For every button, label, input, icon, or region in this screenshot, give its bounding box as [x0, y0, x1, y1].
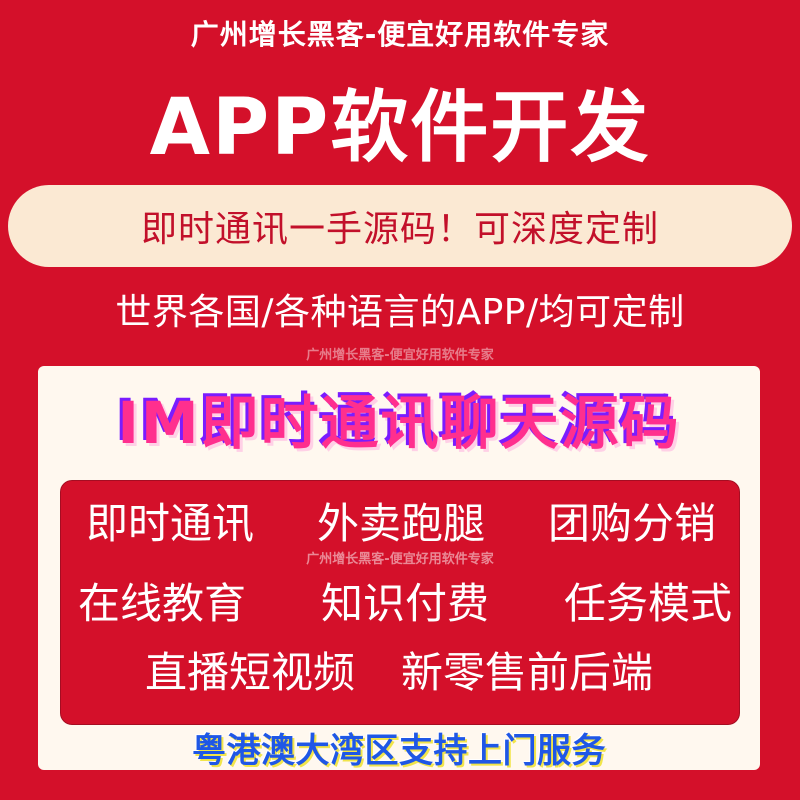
feature-item: 新零售前后端 — [401, 648, 654, 697]
feature-item: 团购分销 — [547, 499, 716, 548]
service-banner: 粤港澳大湾区支持上门服务 — [192, 731, 606, 771]
feature-item: 任务模式 — [563, 579, 732, 628]
feature-row: 直播短视频 新零售前后端 — [60, 645, 738, 701]
feature-row: 即时通讯 外卖跑腿 团购分销 — [60, 496, 738, 552]
feature-item: 即时通讯 — [86, 499, 255, 548]
subline: 世界各国/各种语言的APP/均可定制 — [115, 292, 685, 333]
shop-name: 广州增长黑客-便宜好用软件专家 — [190, 18, 610, 51]
main-title: APP软件开发 — [149, 83, 651, 173]
watermark: 广州增长黑客-便宜好用软件专家 — [306, 552, 494, 567]
feature-item: 知识付费 — [320, 579, 489, 628]
feature-row: 在线教育 知识付费 任务模式 — [60, 576, 738, 632]
feature-item: 外卖跑腿 — [316, 499, 485, 548]
pill-text: 即时通讯一手源码！可深度定制 — [140, 209, 659, 250]
highlight-pill: 即时通讯一手源码！可深度定制 — [8, 185, 792, 267]
feature-item: 在线教育 — [78, 579, 247, 628]
watermark: 广州增长黑客-便宜好用软件专家 — [306, 348, 494, 363]
card-title: IM即时通讯聊天源码 — [117, 389, 681, 457]
product-banner: 广州增长黑客-便宜好用软件专家 APP软件开发 即时通讯一手源码！可深度定制 世… — [0, 0, 800, 800]
feature-item: 直播短视频 — [144, 648, 355, 697]
